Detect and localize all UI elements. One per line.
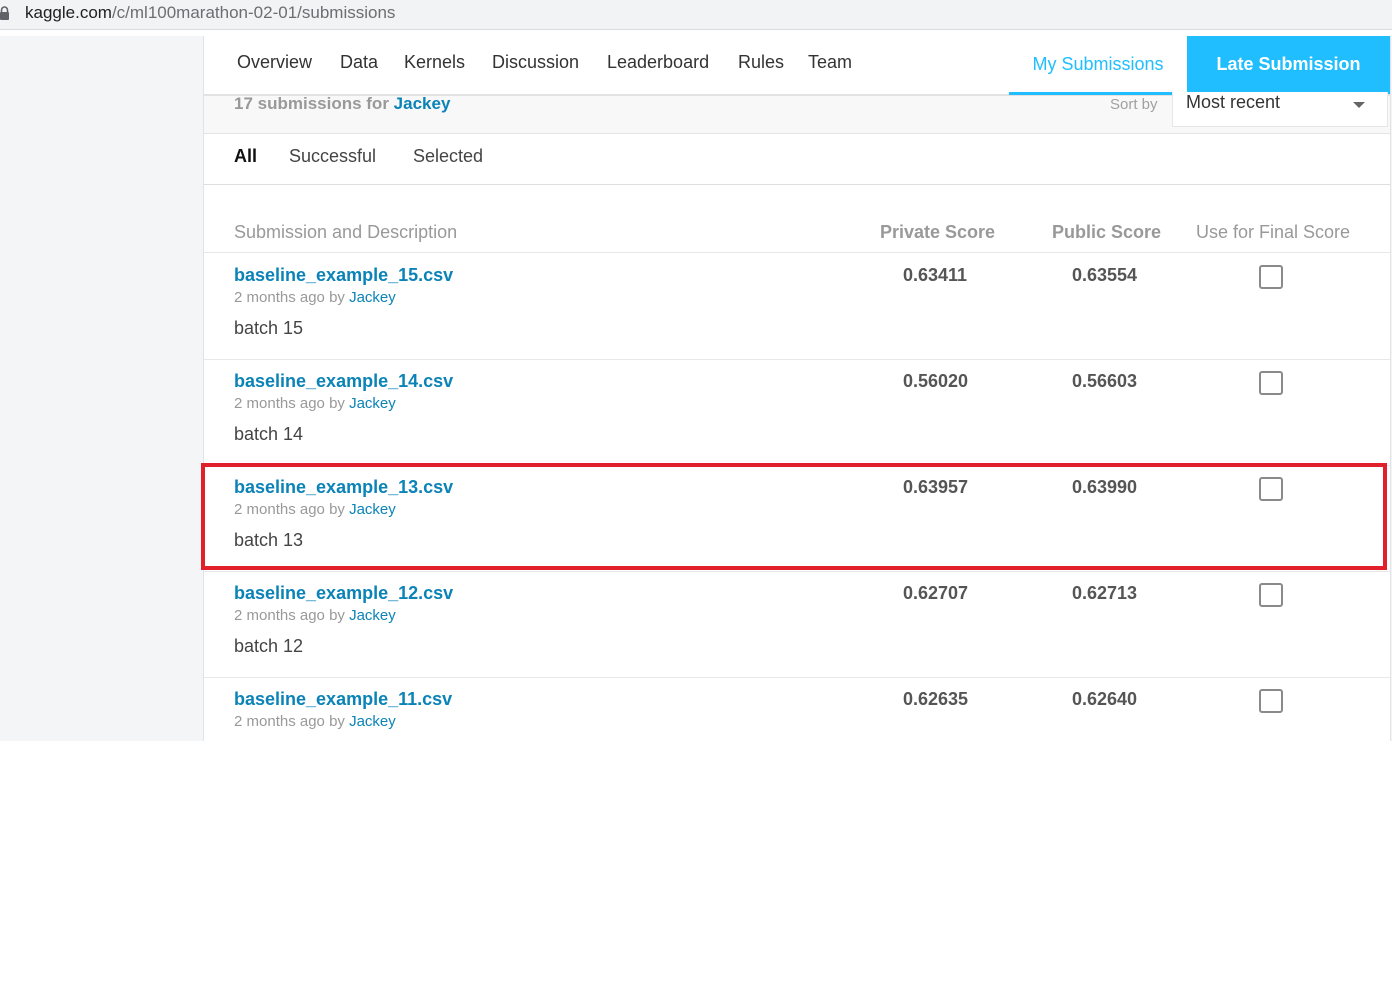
submission-by: by xyxy=(329,289,345,306)
submission-description: batch 15 xyxy=(234,318,304,338)
private-score: 0.62635 xyxy=(903,689,969,709)
table-row: baseline_example_14.csv 2 months ago by … xyxy=(204,359,1390,466)
public-score: 0.63990 xyxy=(1072,477,1138,497)
page-background: Overview Data Kernels Discussion Leaderb… xyxy=(0,36,1392,741)
filter-tabs: All Successful Selected xyxy=(204,134,1390,185)
tab-overview[interactable]: Overview xyxy=(237,52,312,73)
filter-all[interactable]: All xyxy=(234,146,257,167)
submission-time: 2 months ago xyxy=(234,607,325,624)
submission-time: 2 months ago xyxy=(234,713,325,730)
submission-meta: 2 months ago by Jackey xyxy=(234,713,396,730)
table-row: baseline_example_15.csv 2 months ago by … xyxy=(204,253,1390,360)
tab-data[interactable]: Data xyxy=(340,52,378,73)
sort-dropdown[interactable]: Most recent xyxy=(1172,92,1388,127)
submission-description: batch 14 xyxy=(234,424,304,444)
submission-time: 2 months ago xyxy=(234,289,325,306)
submission-time: 2 months ago xyxy=(234,395,325,412)
submission-file-link[interactable]: baseline_example_15.csv xyxy=(234,265,453,286)
summary-user-link[interactable]: Jackey xyxy=(394,94,451,113)
submission-description: batch 12 xyxy=(234,636,304,656)
submission-by: by xyxy=(329,395,345,412)
filter-selected[interactable]: Selected xyxy=(413,146,483,167)
tab-kernels[interactable]: Kernels xyxy=(404,52,465,73)
table-row: baseline_example_12.csv 2 months ago by … xyxy=(204,571,1390,678)
screenshot-root: kaggle.com/c/ml100marathon-02-01/submiss… xyxy=(0,0,1392,1008)
final-score-checkbox[interactable] xyxy=(1259,477,1283,501)
final-score-checkbox[interactable] xyxy=(1259,583,1283,607)
table-row: baseline_example_13.csv 2 months ago by … xyxy=(204,465,1390,572)
header-submission: Submission and Description xyxy=(234,222,458,242)
sort-label: Sort by xyxy=(1110,96,1158,113)
table-row: baseline_example_11.csv 2 months ago by … xyxy=(204,677,1390,741)
header-final-score: Use for Final Score xyxy=(1196,222,1351,242)
submission-file-link[interactable]: baseline_example_12.csv xyxy=(234,583,453,604)
submission-description: batch 13 xyxy=(234,530,304,550)
public-score: 0.56603 xyxy=(1072,371,1138,391)
private-score: 0.56020 xyxy=(903,371,969,391)
public-score: 0.62640 xyxy=(1072,689,1138,709)
public-score: 0.63554 xyxy=(1072,265,1138,285)
url-text[interactable]: kaggle.com/c/ml100marathon-02-01/submiss… xyxy=(25,2,395,24)
private-score: 0.62707 xyxy=(903,583,969,603)
browser-address-bar[interactable]: kaggle.com/c/ml100marathon-02-01/submiss… xyxy=(0,0,1392,30)
submission-user-link[interactable]: Jackey xyxy=(349,289,396,306)
submission-meta: 2 months ago by Jackey xyxy=(234,289,396,306)
url-domain: kaggle.com xyxy=(25,3,112,22)
submissions-panel: Overview Data Kernels Discussion Leaderb… xyxy=(203,36,1391,741)
filter-successful[interactable]: Successful xyxy=(289,146,376,167)
final-score-checkbox[interactable] xyxy=(1259,689,1283,713)
submission-meta: 2 months ago by Jackey xyxy=(234,607,396,624)
submission-count-text: 17 submissions for xyxy=(234,94,389,113)
tab-my-submissions[interactable]: My Submissions xyxy=(1009,36,1187,95)
submission-count: 17 submissions for Jackey xyxy=(234,94,450,114)
submission-user-link[interactable]: Jackey xyxy=(349,395,396,412)
private-score: 0.63957 xyxy=(903,477,969,497)
tab-rules[interactable]: Rules xyxy=(738,52,784,73)
competition-nav: Overview Data Kernels Discussion Leaderb… xyxy=(204,36,1390,96)
final-score-checkbox[interactable] xyxy=(1259,265,1283,289)
submission-file-link[interactable]: baseline_example_14.csv xyxy=(234,371,453,392)
private-score: 0.63411 xyxy=(903,265,968,285)
submissions-summary-bar: 17 submissions for Jackey Sort by Most r… xyxy=(204,92,1390,134)
public-score: 0.62713 xyxy=(1072,583,1138,603)
header-private-score[interactable]: Private Score xyxy=(880,222,995,243)
submission-by: by xyxy=(329,607,345,624)
sort-selected-value: Most recent xyxy=(1186,92,1281,112)
url-path: /c/ml100marathon-02-01/submissions xyxy=(111,3,396,22)
chevron-down-icon xyxy=(1353,102,1365,108)
submission-by: by xyxy=(329,713,345,730)
submission-user-link[interactable]: Jackey xyxy=(349,501,396,518)
lock-icon xyxy=(0,6,9,20)
tab-discussion[interactable]: Discussion xyxy=(492,52,579,73)
submission-user-link[interactable]: Jackey xyxy=(349,607,396,624)
final-score-checkbox[interactable] xyxy=(1259,371,1283,395)
submission-meta: 2 months ago by Jackey xyxy=(234,501,396,518)
submission-file-link[interactable]: baseline_example_13.csv xyxy=(234,477,453,498)
submission-by: by xyxy=(329,501,345,518)
submission-user-link[interactable]: Jackey xyxy=(349,713,396,730)
late-submission-button[interactable]: Late Submission xyxy=(1187,36,1390,94)
tab-leaderboard[interactable]: Leaderboard xyxy=(607,52,709,73)
submission-time: 2 months ago xyxy=(234,501,325,518)
header-public-score[interactable]: Public Score xyxy=(1052,222,1161,243)
tab-team[interactable]: Team xyxy=(808,52,852,73)
submission-file-link[interactable]: baseline_example_11.csv xyxy=(234,689,452,710)
submission-meta: 2 months ago by Jackey xyxy=(234,395,396,412)
